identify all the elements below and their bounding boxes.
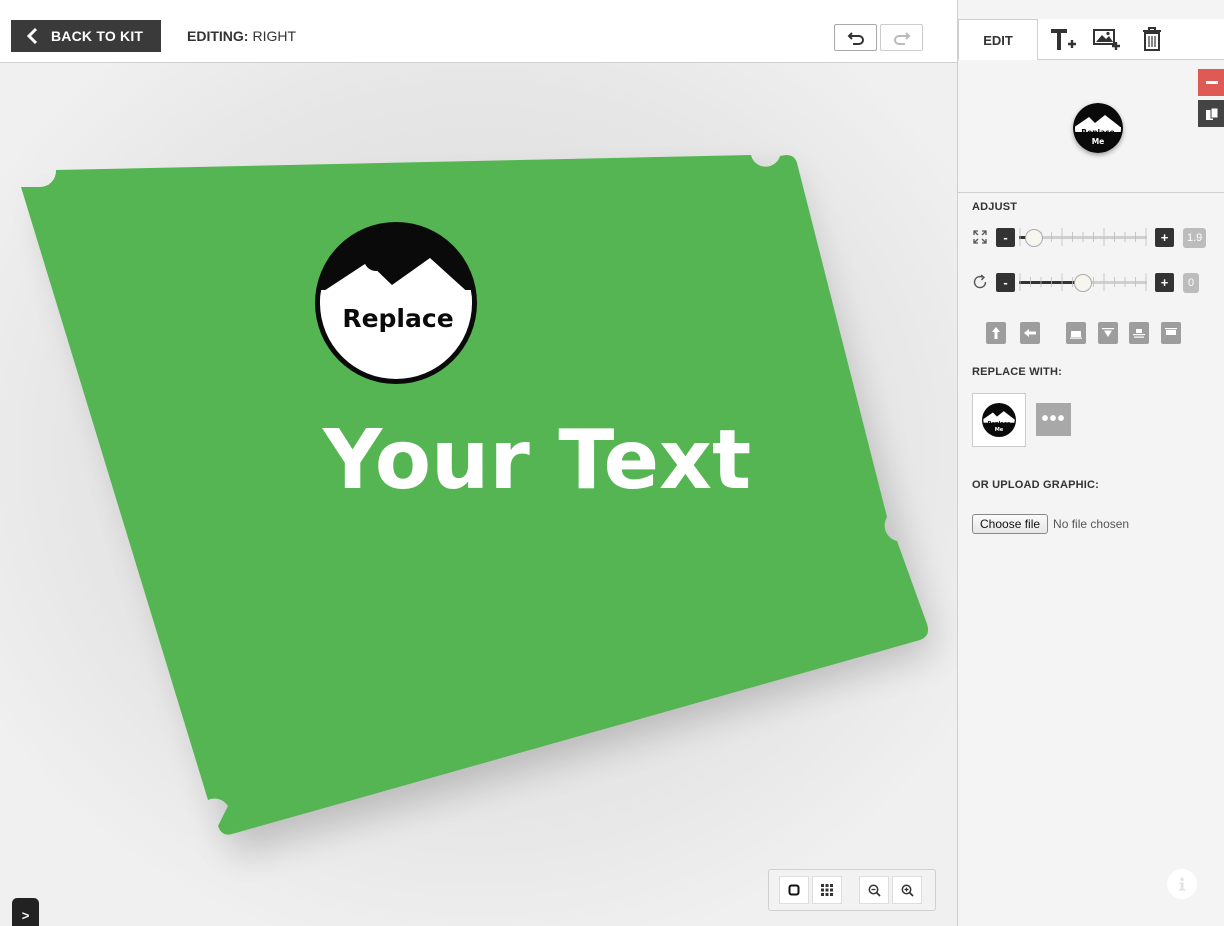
replace-me-icon: Replace Me <box>982 403 1016 437</box>
square-icon <box>788 884 800 896</box>
info-button[interactable] <box>1167 869 1197 899</box>
rotate-slider-row: - + 0 <box>972 270 1222 294</box>
file-upload: Choose file No file chosen <box>972 514 1129 534</box>
grid-view-button[interactable] <box>812 876 842 904</box>
flip-vertical-button[interactable] <box>986 322 1006 344</box>
delete-button[interactable] <box>1136 23 1168 55</box>
chevron-left-icon <box>17 20 47 52</box>
trash-icon <box>1143 27 1161 51</box>
align-top-button[interactable] <box>1161 322 1181 344</box>
editing-value: RIGHT <box>252 28 297 44</box>
resize-icon <box>973 230 987 244</box>
redo-icon <box>893 31 910 45</box>
add-text-icon <box>1051 29 1076 50</box>
size-value-badge: 1.9 <box>1183 228 1207 248</box>
flip-horizontal-button[interactable] <box>1020 322 1040 344</box>
back-to-kit-button[interactable]: BACK TO KIT <box>11 20 161 52</box>
replace-option-thumbnail[interactable]: Replace Me <box>972 393 1026 447</box>
editing-indicator: EDITING: RIGHT <box>187 28 296 44</box>
logo-text-line1: Replace <box>342 304 453 333</box>
zoom-out-icon <box>868 884 881 897</box>
rotate-decrease-button[interactable]: - <box>996 273 1015 292</box>
headline-text[interactable]: Your Text <box>322 413 751 508</box>
align-bottom-icon <box>1070 331 1082 339</box>
flip-horizontal-icon <box>1024 329 1036 337</box>
logo-sun <box>364 247 388 271</box>
copy-icon <box>1205 107 1218 120</box>
preview-thumbnail[interactable]: Replace Me <box>1073 103 1123 153</box>
rotate-increase-button[interactable]: + <box>1155 273 1174 292</box>
back-to-kit-label: BACK TO KIT <box>51 28 144 44</box>
redo-button[interactable] <box>880 24 923 51</box>
editing-label: EDITING: <box>187 28 249 44</box>
size-decrease-button[interactable]: - <box>996 228 1015 247</box>
canvas-stage: Replace Me Your Text <box>0 63 957 926</box>
zoom-in-icon <box>901 884 914 897</box>
align-center-icon <box>1102 328 1114 337</box>
layer-preview: Replace Me <box>958 60 1224 193</box>
align-top-icon <box>1165 328 1177 335</box>
align-middle-button[interactable] <box>1129 322 1149 344</box>
undo-icon <box>847 31 864 45</box>
undo-button[interactable] <box>834 24 877 51</box>
align-center-button[interactable] <box>1098 322 1118 344</box>
rotate-icon <box>973 274 987 289</box>
align-middle-icon <box>1133 329 1145 338</box>
svg-text:Replace: Replace <box>988 421 1011 427</box>
choose-file-button[interactable]: Choose file <box>972 514 1049 534</box>
minus-icon <box>1205 80 1218 84</box>
rotate-slider-thumb[interactable] <box>1074 274 1092 292</box>
upload-graphic-title: OR UPLOAD GRAPHIC: <box>972 479 1100 491</box>
svg-text:Replace: Replace <box>1081 128 1114 137</box>
flip-vertical-icon <box>992 327 1000 339</box>
panel-tabs: EDIT <box>958 19 1224 60</box>
duplicate-layer-button[interactable] <box>1198 100 1224 127</box>
remove-layer-button[interactable] <box>1198 69 1224 96</box>
edit-panel: EDIT Replace Me ADJUST - + 1.9 - + 0 REP… <box>957 0 1224 926</box>
size-increase-button[interactable]: + <box>1155 228 1174 247</box>
add-image-button[interactable] <box>1091 23 1123 55</box>
align-bottom-button[interactable] <box>1066 322 1086 344</box>
top-bar: BACK TO KIT EDITING: RIGHT <box>0 0 957 63</box>
info-icon <box>1179 877 1185 891</box>
tab-edit[interactable]: EDIT <box>958 19 1038 60</box>
adjust-title: ADJUST <box>972 201 1018 213</box>
expand-drawer-button[interactable]: > <box>12 898 39 926</box>
view-toolbar <box>768 869 936 911</box>
svg-text:Me: Me <box>995 427 1004 433</box>
zoom-out-button[interactable] <box>859 876 889 904</box>
rotate-value-badge: 0 <box>1183 273 1199 293</box>
logo-text-line2: Me <box>377 334 419 363</box>
replace-with-title: REPLACE WITH: <box>972 366 1062 378</box>
add-image-icon <box>1093 29 1120 50</box>
design-canvas[interactable]: Replace Me Your Text > <box>0 63 957 926</box>
more-options-button[interactable]: ••• <box>1036 403 1071 436</box>
svg-text:Me: Me <box>1092 137 1105 146</box>
zoom-in-button[interactable] <box>892 876 922 904</box>
panel-tab-actions <box>1038 19 1224 60</box>
grid-icon <box>821 884 833 896</box>
no-file-text: No file chosen <box>1053 517 1130 531</box>
single-view-button[interactable] <box>779 876 809 904</box>
size-slider-row: - + 1.9 <box>972 225 1222 249</box>
add-text-button[interactable] <box>1047 23 1079 55</box>
